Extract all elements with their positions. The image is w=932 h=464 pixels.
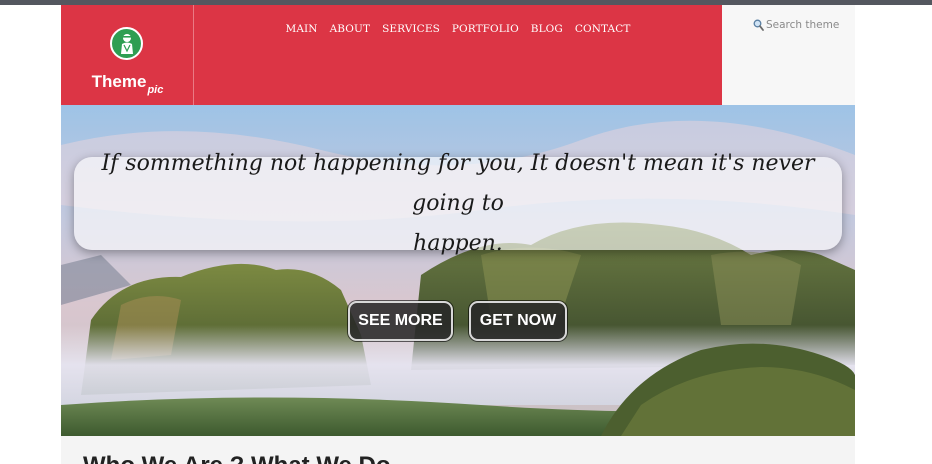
nav-item-contact[interactable]: CONTACT	[569, 23, 637, 35]
site-container: Themepic MAIN ABOUT SERVICES PORTFOLIO B…	[61, 5, 855, 464]
logo-icon	[110, 27, 143, 60]
get-now-button[interactable]: GET NOW	[469, 301, 567, 341]
quote-line-2: happen.	[413, 230, 503, 256]
nav-item-main[interactable]: MAIN	[280, 23, 324, 35]
nav-item-about[interactable]: ABOUT	[324, 23, 376, 35]
hero-banner: If sommething not happening for you, It …	[61, 105, 855, 436]
section-title: Who We Are ? What We Do	[83, 452, 391, 464]
search-input[interactable]	[766, 15, 846, 35]
navbar: MAIN ABOUT SERVICES PORTFOLIO BLOG CONTA…	[194, 5, 722, 105]
brand-block[interactable]: Themepic	[61, 5, 194, 105]
nav-item-services[interactable]: SERVICES	[376, 23, 446, 35]
hero-quote: If sommething not happening for you, It …	[96, 144, 820, 264]
quote-line-1: If sommething not happening for you, It …	[101, 150, 815, 216]
main-nav: MAIN ABOUT SERVICES PORTFOLIO BLOG CONTA…	[194, 23, 722, 35]
brand-name: Themepic	[91, 72, 164, 96]
nav-item-blog[interactable]: BLOG	[525, 23, 569, 35]
nav-item-portfolio[interactable]: PORTFOLIO	[446, 23, 525, 35]
brand-suffix: pic	[147, 84, 164, 96]
see-more-button[interactable]: SEE MORE	[348, 301, 453, 341]
search-box	[722, 5, 855, 105]
header: Themepic MAIN ABOUT SERVICES PORTFOLIO B…	[61, 5, 855, 105]
search-icon[interactable]	[753, 19, 764, 31]
quote-box: If sommething not happening for you, It …	[74, 151, 842, 256]
